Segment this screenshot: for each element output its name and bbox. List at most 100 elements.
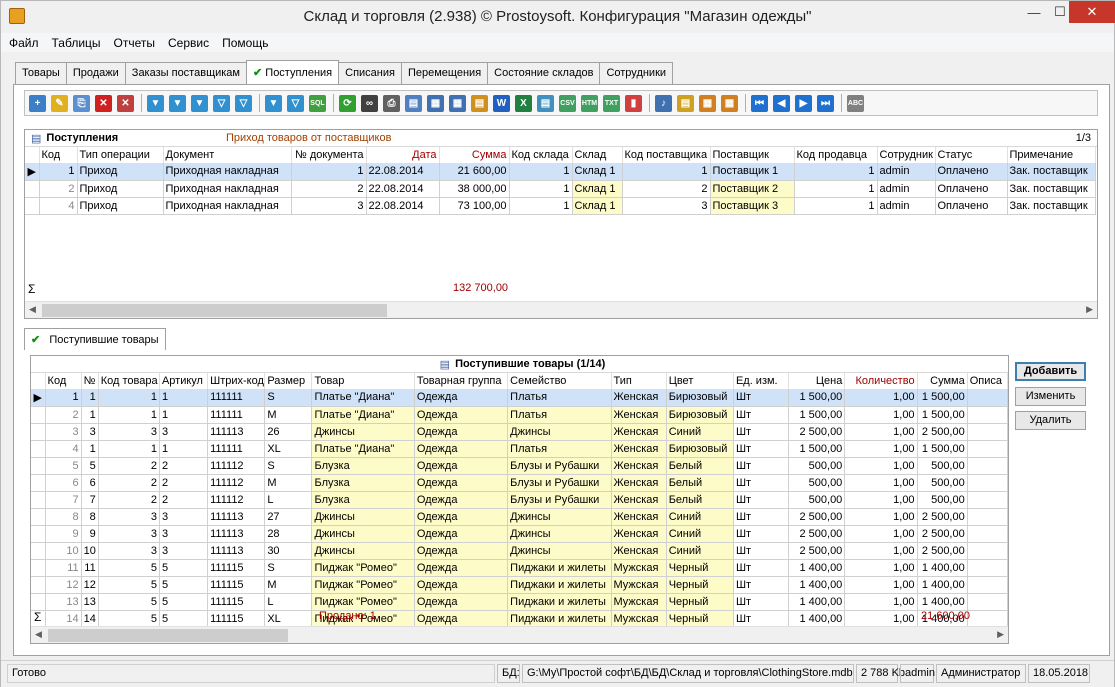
table-cell[interactable]: 500,00 <box>917 474 968 492</box>
table-cell[interactable]: 1 500,00 <box>788 440 846 458</box>
received-goods-hscrollbar[interactable]: ◀ ▶ <box>31 626 1008 643</box>
edit-button[interactable]: Изменить <box>1015 387 1086 406</box>
table-cell[interactable]: 111115 <box>207 576 266 594</box>
table-cell[interactable]: 1 500,00 <box>788 389 846 407</box>
tab-writeoffs[interactable]: Списания <box>338 62 402 84</box>
table-cell[interactable]: 5 <box>81 457 99 475</box>
column-header[interactable]: Тип операции <box>77 147 164 163</box>
table-cell[interactable]: Шт <box>733 491 790 509</box>
table-cell[interactable]: Платья <box>507 440 612 458</box>
table-cell[interactable]: 111113 <box>207 542 266 560</box>
table-cell[interactable]: 1 <box>39 163 78 181</box>
table-row[interactable]: 2 1 1 1 111111 M Платье "Диана" Одежда Платья Жен… <box>31 406 1008 424</box>
table-cell[interactable]: 2 <box>98 474 160 492</box>
filter-view-icon[interactable]: ▼ <box>265 94 282 112</box>
chart-icon[interactable]: ▮ <box>625 94 642 112</box>
table-cell[interactable]: 1,00 <box>844 406 918 424</box>
column-header[interactable]: Код продавца <box>794 147 878 163</box>
table-cell[interactable]: 1 <box>81 440 99 458</box>
export-xml-icon[interactable]: ▤ <box>471 94 488 112</box>
table-cell[interactable]: 1,00 <box>844 457 918 475</box>
table-cell[interactable]: 1 <box>794 163 878 181</box>
document-icon[interactable]: ♪ <box>655 94 672 112</box>
table-cell[interactable]: Приходная накладная <box>163 163 292 181</box>
table-cell[interactable]: 1,00 <box>844 491 918 509</box>
report-icon[interactable]: ▤ <box>677 94 694 112</box>
table-cell[interactable]: 2 500,00 <box>788 508 846 526</box>
print-icon[interactable]: ⎙ <box>383 94 400 112</box>
table-cell[interactable]: S <box>264 389 313 407</box>
table-cell[interactable]: Пиджаки и жилеты <box>507 559 612 577</box>
table-cell[interactable]: 3 <box>159 525 209 543</box>
column-header[interactable]: № <box>81 373 99 389</box>
column-header[interactable]: Описа <box>967 373 1008 389</box>
table-cell[interactable]: Одежда <box>414 559 509 577</box>
column-header[interactable]: Сумма <box>439 147 510 163</box>
table-cell[interactable]: 2 500,00 <box>788 542 846 560</box>
table-cell[interactable]: 1 <box>98 440 160 458</box>
table-cell[interactable]: 1 <box>794 180 878 198</box>
table-cell[interactable]: 2 500,00 <box>917 525 968 543</box>
table-cell[interactable]: Белый <box>666 457 734 475</box>
table-cell[interactable]: Бирюзовый <box>666 406 734 424</box>
column-header[interactable]: Размер <box>264 373 313 389</box>
table-cell[interactable]: Шт <box>733 525 790 543</box>
table-cell[interactable]: Одежда <box>414 542 509 560</box>
sql-icon[interactable]: SQL <box>309 94 326 112</box>
table-cell[interactable]: Одежда <box>414 474 509 492</box>
table-row[interactable]: 4 Приход Приходная накладная 3 22.08.2014 73 … <box>25 197 1096 215</box>
table-cell[interactable]: Шт <box>733 389 790 407</box>
tab-transfers[interactable]: Перемещения <box>400 62 489 84</box>
table-cell[interactable]: 1 400,00 <box>788 593 846 611</box>
table-cell[interactable]: 3 <box>159 423 209 441</box>
table-cell[interactable]: 3 <box>98 542 160 560</box>
table-cell[interactable]: Шт <box>733 593 790 611</box>
table-cell[interactable]: Одежда <box>414 457 509 475</box>
table-cell[interactable]: 9 <box>81 525 99 543</box>
table-cell[interactable]: M <box>264 576 313 594</box>
table-cell[interactable]: 3 <box>159 542 209 560</box>
table-cell[interactable]: Шт <box>733 440 790 458</box>
export-file-icon[interactable]: ▤ <box>537 94 554 112</box>
table-cell[interactable]: Джинсы <box>507 525 612 543</box>
table-cell[interactable]: 3 <box>81 423 99 441</box>
table-cell[interactable]: Джинсы <box>507 423 612 441</box>
table-cell[interactable]: 12 <box>45 576 82 594</box>
table-cell[interactable]: admin <box>877 197 936 215</box>
menu-tables[interactable]: Таблицы <box>52 36 101 50</box>
table-cell[interactable]: 1,00 <box>844 576 918 594</box>
table-cell[interactable]: Синий <box>666 508 734 526</box>
table-cell[interactable]: 500,00 <box>917 491 968 509</box>
table-cell[interactable]: Одежда <box>414 508 509 526</box>
table-cell[interactable]: 500,00 <box>917 457 968 475</box>
table-cell[interactable]: Шт <box>733 576 790 594</box>
table-cell[interactable]: 7 <box>81 491 99 509</box>
table-row[interactable]: 13 13 5 5 111115 L Пиджак "Ромео" Одежда Пиджаки… <box>31 593 1008 611</box>
table-cell[interactable]: Женская <box>611 474 667 492</box>
table-row[interactable]: 5 5 2 2 111112 S Блузка Одежда Блузы и Рубашки Же… <box>31 457 1008 475</box>
table-cell[interactable]: 13 <box>81 593 99 611</box>
table-cell[interactable]: Поставщик 2 <box>710 180 795 198</box>
csv-icon[interactable]: CSV <box>559 94 576 112</box>
table-cell[interactable]: Поставщик 3 <box>710 197 795 215</box>
column-header[interactable]: Тип <box>611 373 667 389</box>
table-cell[interactable]: Шт <box>733 474 790 492</box>
binoculars-icon[interactable]: ∞ <box>361 94 378 112</box>
filter-toggle-icon[interactable]: ▽ <box>287 94 304 112</box>
table-cell[interactable]: 3 <box>98 525 160 543</box>
tab-employees[interactable]: Сотрудники <box>599 62 674 84</box>
tab-warehouse-state[interactable]: Состояние складов <box>487 62 601 84</box>
table-cell[interactable]: 4 <box>39 197 78 215</box>
table-cell[interactable]: Одежда <box>414 406 509 424</box>
table-cell[interactable]: 1 400,00 <box>788 559 846 577</box>
table-cell[interactable]: Одежда <box>414 525 509 543</box>
table-cell[interactable]: 1,00 <box>844 542 918 560</box>
table-row[interactable]: 7 7 2 2 111112 L Блузка Одежда Блузы и Рубашки Же… <box>31 491 1008 509</box>
table-cell[interactable]: 22.08.2014 <box>366 163 440 181</box>
table-cell[interactable]: 11 <box>45 559 82 577</box>
filter-clear-icon[interactable]: ▼ <box>191 94 208 112</box>
column-header[interactable]: Ед. изм. <box>733 373 790 389</box>
column-header[interactable]: Склад <box>572 147 623 163</box>
table-cell[interactable]: 28 <box>264 525 313 543</box>
table-cell[interactable]: 500,00 <box>788 474 846 492</box>
